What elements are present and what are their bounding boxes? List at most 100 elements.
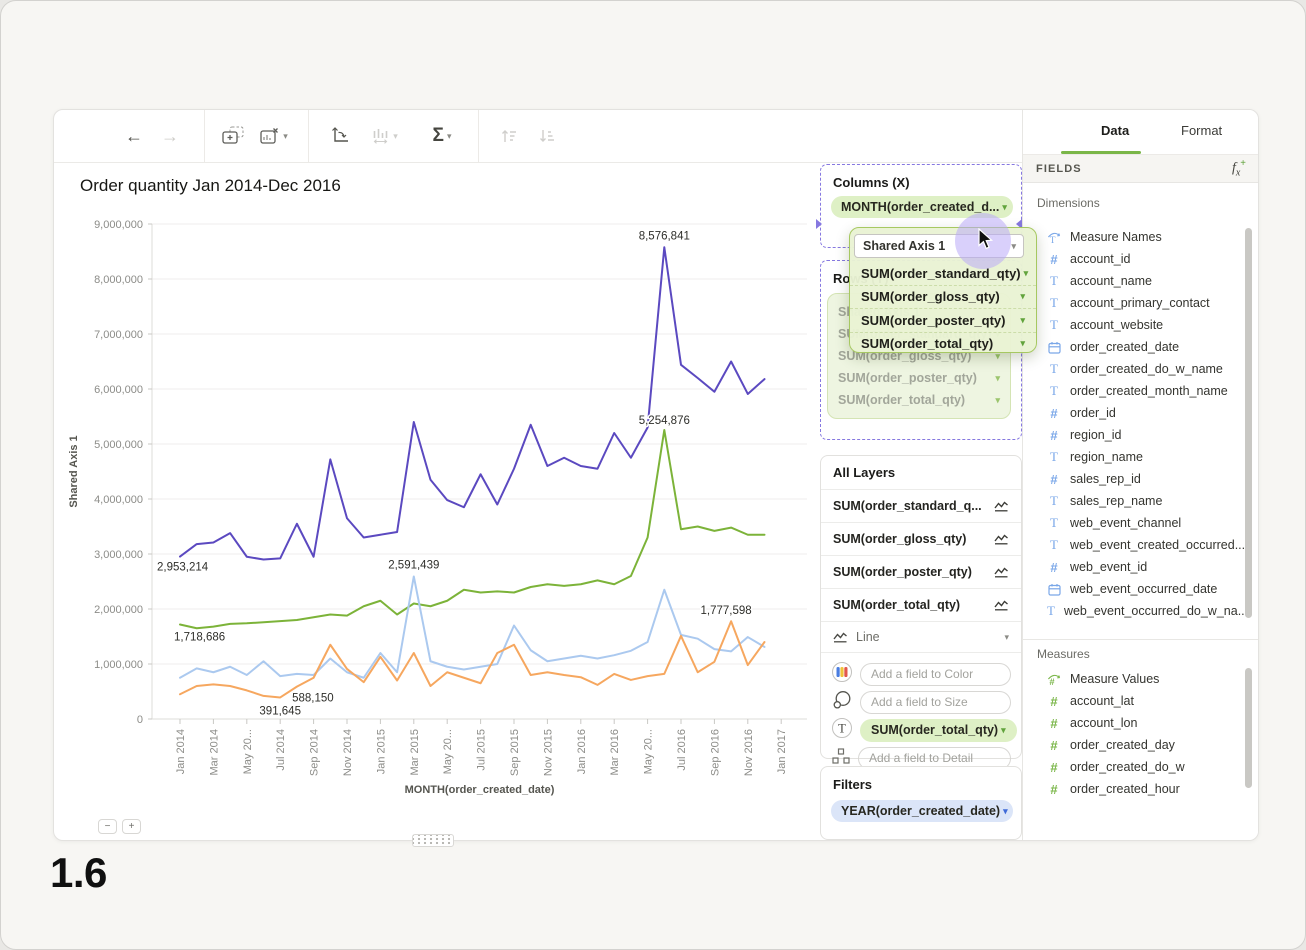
- line-mark-icon: [994, 567, 1009, 578]
- dimension-field-item[interactable]: #web_event_id: [1023, 556, 1248, 578]
- drag-card-item[interactable]: SUM(order_gloss_qty)▾: [850, 286, 1036, 310]
- remove-axis-button[interactable]: ▾: [252, 110, 296, 162]
- svg-text:5,000,000: 5,000,000: [94, 439, 143, 451]
- data-drawer-handle[interactable]: [412, 834, 454, 847]
- drag-item-label: SUM(order_total_qty): [861, 336, 993, 351]
- field-label: sales_rep_name: [1070, 494, 1162, 508]
- dimension-field-item[interactable]: Torder_created_do_w_name: [1023, 358, 1248, 380]
- dimension-field-item[interactable]: TMeasure Names: [1023, 226, 1248, 248]
- series-line-SUM(order_standard_qty)[interactable]: [180, 430, 765, 628]
- columns-shelf-title: Columns (X): [821, 165, 1021, 196]
- svg-text:Jan 2017: Jan 2017: [776, 729, 788, 774]
- aggregate-button[interactable]: Σ ▾: [418, 110, 466, 162]
- dimension-field-item[interactable]: #account_id: [1023, 248, 1248, 270]
- dimension-field-item[interactable]: order_created_date: [1023, 336, 1248, 358]
- dimension-field-item[interactable]: Tweb_event_created_occurred...: [1023, 534, 1248, 556]
- distribution-button[interactable]: ▾: [362, 110, 408, 162]
- field-label: account_id: [1070, 252, 1130, 266]
- measure-field-item[interactable]: #order_created_day: [1023, 734, 1248, 756]
- dimension-field-item[interactable]: Taccount_primary_contact: [1023, 292, 1248, 314]
- rows-shelf-item[interactable]: SUM(order_total_qty)▾: [828, 389, 1010, 411]
- dimension-field-item[interactable]: Tweb_event_occurred_do_w_na...: [1023, 600, 1248, 622]
- filters-title: Filters: [821, 767, 1021, 798]
- sort-ascending-button[interactable]: [492, 110, 526, 162]
- dimension-field-item[interactable]: Tweb_event_channel: [1023, 512, 1248, 534]
- svg-text:2,000,000: 2,000,000: [94, 604, 143, 616]
- layer-row[interactable]: SUM(order_poster_qty): [821, 556, 1021, 589]
- dimension-field-item[interactable]: Tregion_name: [1023, 446, 1248, 468]
- chevron-down-icon: ▾: [1020, 338, 1025, 349]
- layer-row[interactable]: SUM(order_standard_q...: [821, 490, 1021, 523]
- dimension-field-item[interactable]: Tsales_rep_name: [1023, 490, 1248, 512]
- measure-field-item[interactable]: # account_lat: [1023, 690, 1248, 712]
- rows-shelf-item[interactable]: SUM(order_poster_qty)▾: [828, 367, 1010, 389]
- number-icon: #: [1047, 694, 1061, 709]
- size-icon: [831, 689, 853, 716]
- toolbar-divider: [308, 110, 309, 162]
- mark-type-dropdown[interactable]: Line ▾: [821, 622, 1021, 653]
- drag-item-label: SUM(order_standard_qty): [861, 266, 1021, 281]
- text-icon: T: [1047, 317, 1061, 333]
- measure-field-item[interactable]: #Measure Values: [1023, 668, 1248, 690]
- back-button[interactable]: ←: [118, 110, 150, 162]
- dimension-field-item[interactable]: #order_id: [1023, 402, 1248, 424]
- series-line-SUM(order_total_qty)[interactable]: [180, 247, 765, 559]
- chevron-down-icon: ▾: [447, 131, 452, 142]
- measure-field-item[interactable]: #account_lon: [1023, 712, 1248, 734]
- dimension-field-item[interactable]: web_event_occurred_date: [1023, 578, 1248, 600]
- dimension-field-item[interactable]: Taccount_name: [1023, 270, 1248, 292]
- tab-format[interactable]: Format: [1181, 123, 1222, 138]
- sort-descending-button[interactable]: [530, 110, 564, 162]
- dimension-field-item[interactable]: #region_id: [1023, 424, 1248, 446]
- dimension-field-item[interactable]: Taccount_website: [1023, 314, 1248, 336]
- measures-scrollbar[interactable]: [1245, 668, 1252, 788]
- text-icon: T: [1047, 295, 1061, 311]
- layer-row[interactable]: SUM(order_gloss_qty): [821, 523, 1021, 556]
- field-label: order_created_hour: [1070, 782, 1180, 796]
- drag-card-item[interactable]: SUM(order_poster_qty)▾: [850, 309, 1036, 333]
- layer-row[interactable]: SUM(order_total_qty): [821, 589, 1021, 622]
- number-icon: #: [1047, 406, 1061, 421]
- drop-indicator-left-icon: [816, 219, 822, 229]
- dimension-field-item[interactable]: Torder_created_month_name: [1023, 380, 1248, 402]
- measure-field-item[interactable]: #order_created_do_w: [1023, 756, 1248, 778]
- field-label: account_website: [1070, 318, 1163, 332]
- field-label: Measure Names: [1070, 230, 1162, 244]
- svg-text:Sep 2015: Sep 2015: [509, 729, 521, 776]
- dimensions-scrollbar[interactable]: [1245, 228, 1252, 618]
- svg-text:MONTH(order_created_date): MONTH(order_created_date): [405, 784, 555, 796]
- field-label: order_created_date: [1070, 340, 1179, 354]
- line-mark-icon: [994, 534, 1009, 545]
- forward-button[interactable]: →: [154, 110, 186, 162]
- drag-card-item[interactable]: SUM(order_total_qty) ▾: [850, 333, 1036, 356]
- svg-text:Mar 2015: Mar 2015: [409, 729, 421, 775]
- swap-axes-icon: [329, 126, 349, 146]
- zoom-out-button[interactable]: −: [98, 819, 117, 834]
- add-calculated-field-icon[interactable]: fx+: [1232, 158, 1246, 178]
- dimension-field-item[interactable]: #sales_rep_id: [1023, 468, 1248, 490]
- measure-field-item[interactable]: #order_created_hour: [1023, 778, 1248, 800]
- swap-axes-button[interactable]: [322, 110, 356, 162]
- distribution-icon: [372, 128, 390, 144]
- tab-data[interactable]: Data: [1101, 123, 1129, 138]
- data-label: 5,254,876: [639, 415, 690, 427]
- encoding-pill-empty[interactable]: Add a field to Color: [860, 663, 1011, 686]
- data-label: 8,576,841: [639, 230, 690, 242]
- series-line-SUM(order_poster_qty)[interactable]: [180, 621, 765, 697]
- layer-label: SUM(order_standard_q...: [833, 499, 982, 513]
- field-label: account_lat: [1070, 694, 1134, 708]
- axis-zoom-controls: − +: [98, 819, 141, 834]
- drag-card-item[interactable]: SUM(order_standard_qty)▾: [850, 262, 1036, 286]
- encoding-pill-empty[interactable]: Add a field to Size: [860, 691, 1011, 714]
- add-view-button[interactable]: [216, 110, 250, 162]
- svg-text:4,000,000: 4,000,000: [94, 494, 143, 506]
- filter-pill-year[interactable]: YEAR(order_created_date) ▾: [831, 800, 1013, 822]
- field-label: account_lon: [1070, 716, 1137, 730]
- encoding-pill-label: Add a field to Size: [871, 695, 968, 709]
- chart-canvas[interactable]: 01,000,0002,000,0003,000,0004,000,0005,0…: [54, 162, 814, 840]
- encoding-pill-label: SUM(order_total_qty): [871, 723, 998, 737]
- encoding-pill-filled[interactable]: SUM(order_total_qty)▾: [860, 719, 1017, 742]
- zoom-in-button[interactable]: +: [122, 819, 141, 834]
- text-icon: T: [1047, 383, 1061, 399]
- svg-text:#: #: [1049, 677, 1055, 686]
